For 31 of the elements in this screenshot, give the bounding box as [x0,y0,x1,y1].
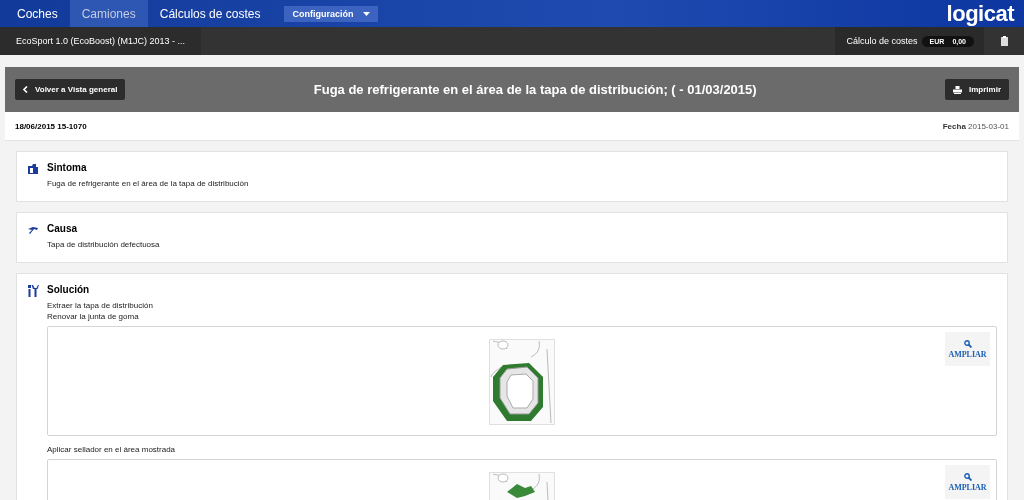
section-text: Fuga de refrigerante en el área de la tapa de distribución [47,178,250,189]
section-text: Aplicar sellador en el área mostrada [47,444,177,455]
cost-label: Cálculo de costes [846,36,918,46]
section-text: Extraer la tapa de distribución [47,300,154,311]
chevron-left-icon [23,86,28,93]
section-title: Causa [47,223,78,234]
search-icon [963,340,972,348]
printer-icon [953,85,962,94]
page-title: Fuga de refrigerante en el área de la tapa de distribución; ( - 01/03/2015) [312,82,758,97]
section-title: Solución [47,284,91,295]
enlarge-button[interactable]: AMPLIAR [945,465,990,499]
nav-tab[interactable]: Camiones [69,0,148,27]
nav-tab[interactable]: Cálculos de costes [147,0,273,27]
print-button[interactable]: Imprimir [945,79,1009,100]
vehicle-name[interactable]: EcoSport 1.0 (EcoBoost) (M1JC) 2013 - ... [0,27,202,55]
section-title: Sintoma [47,162,88,173]
enlarge-button[interactable]: AMPLIAR [945,332,990,366]
section-text: Renovar la junta de goma [47,311,140,322]
reference-number: 18/06/2015 15-1070 [15,121,87,131]
nav-tab[interactable]: Coches [5,0,70,27]
configuration-dropdown[interactable]: Configuración [284,5,379,22]
date-field: Fecha 2015-03-01 [942,121,1009,131]
wrench-icon [27,224,39,236]
back-button[interactable]: Volver a Vista general [15,79,126,100]
clipboard-icon[interactable] [1000,36,1008,46]
tools-icon [27,285,39,297]
folder-icon [27,163,39,175]
section-text: Tapa de distribución defectuosa [47,239,161,250]
logo: logicat [946,0,1014,27]
caret-icon [363,11,371,16]
search-icon [963,473,972,481]
